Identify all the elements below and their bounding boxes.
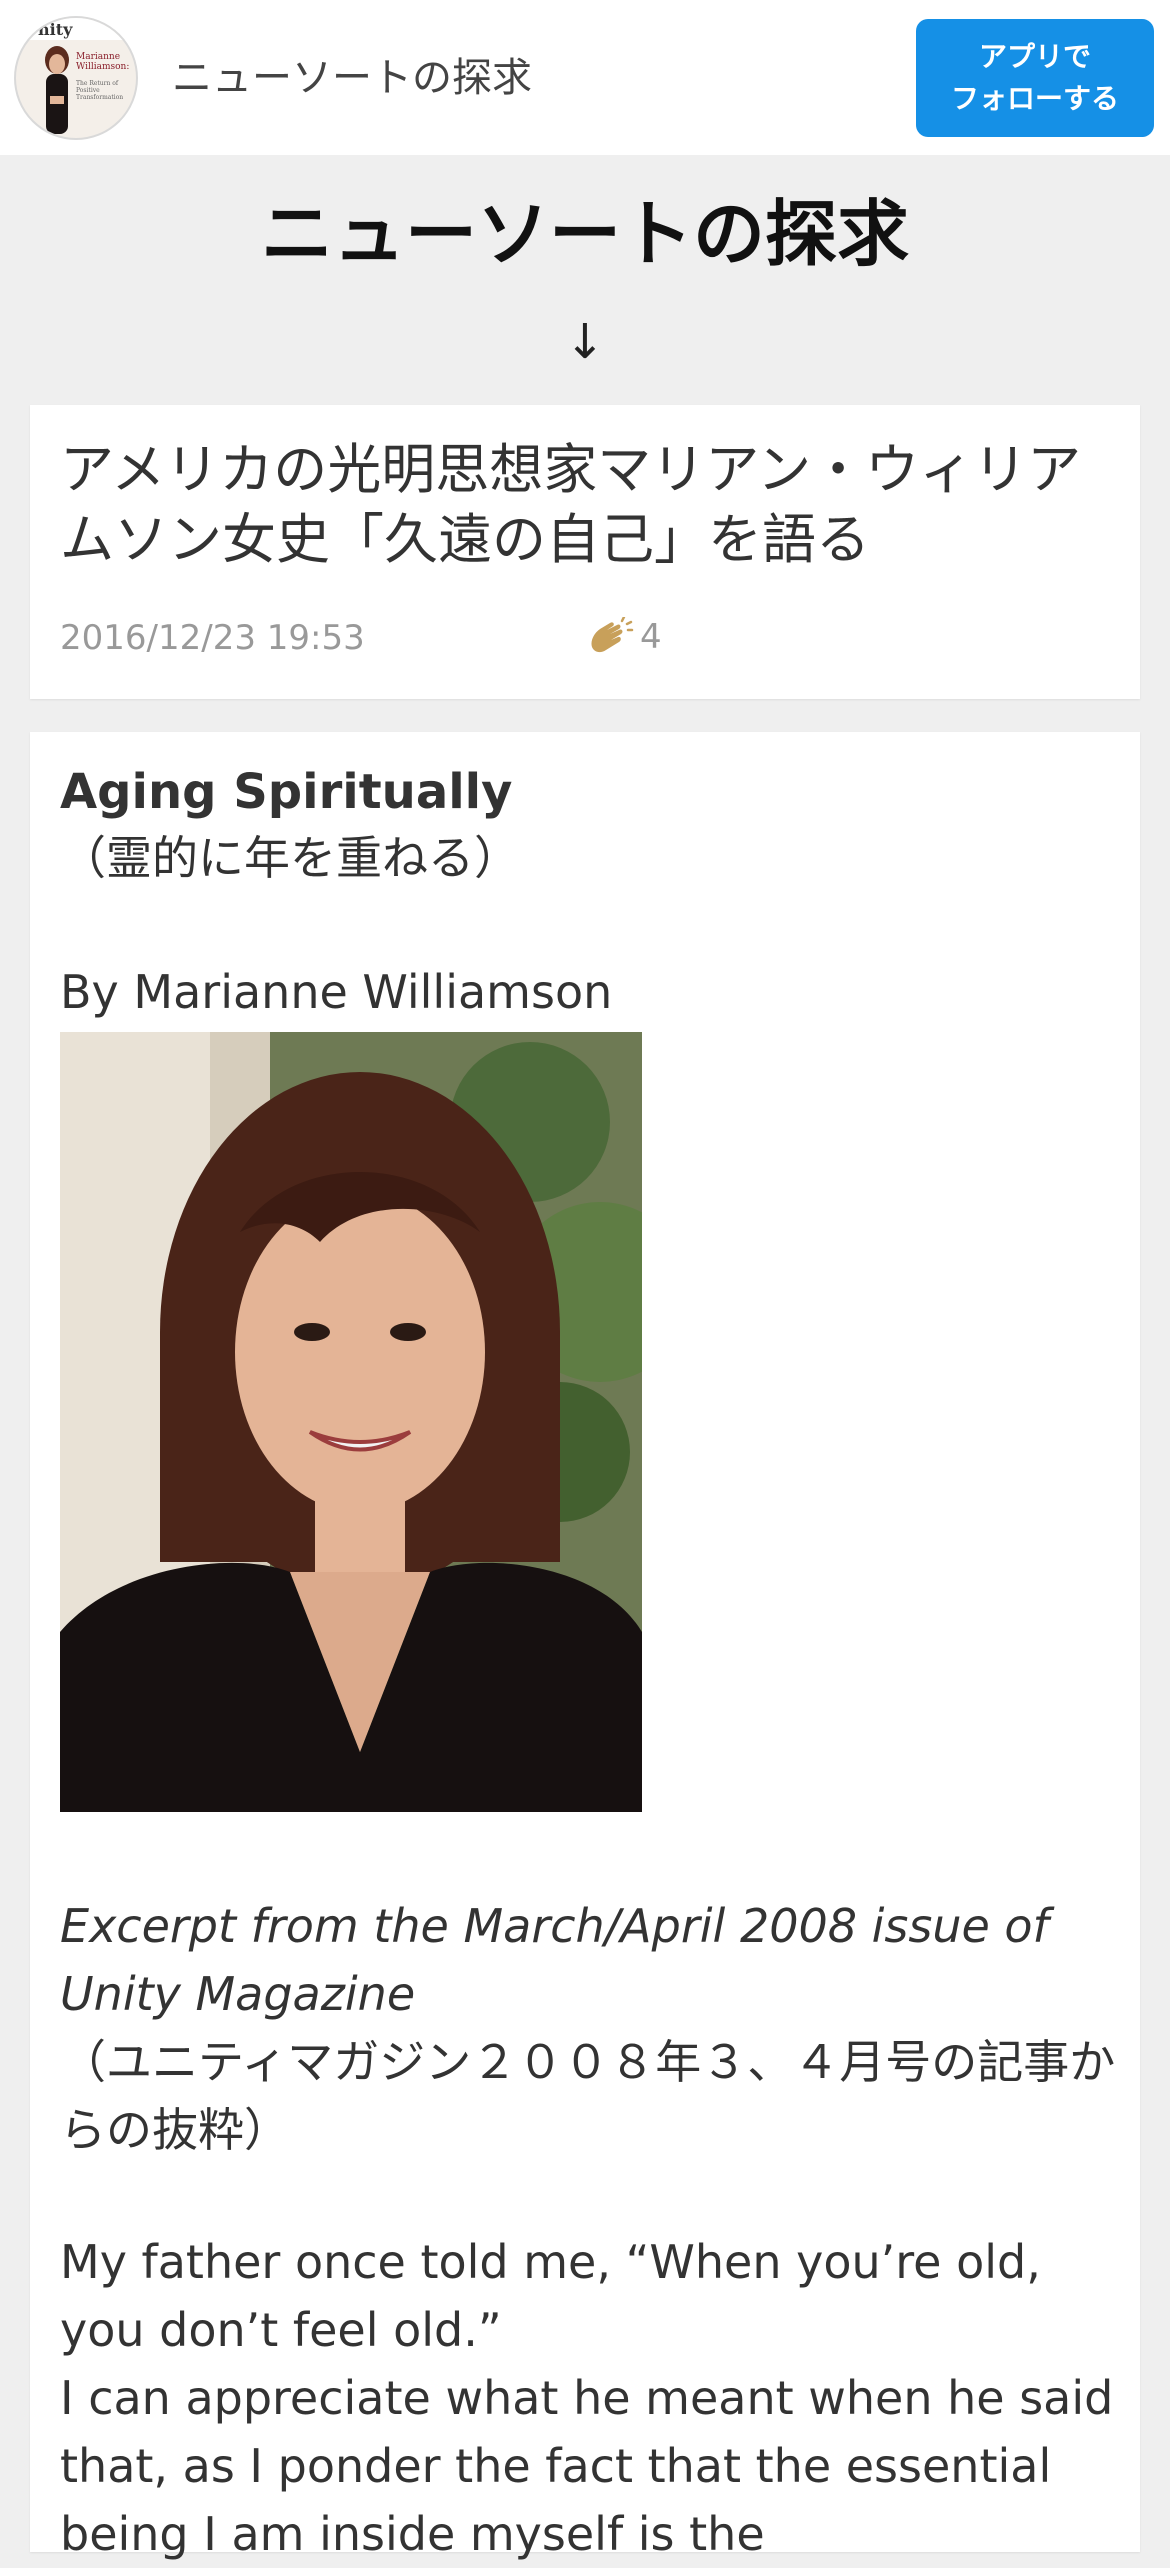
excerpt-source: Excerpt from the March/April 2008 issue … [60, 1899, 1049, 2021]
blog-avatar[interactable]: nity Marianne Williamson: The Return of … [14, 16, 138, 140]
avatar-mag-logo: nity [38, 20, 73, 39]
article-date: 2016/12/23 19:53 [60, 618, 365, 658]
top-bar: nity Marianne Williamson: The Return of … [0, 0, 1170, 155]
avatar-mag-subtitle: The Return of Positive Transformation [76, 80, 124, 101]
body-heading: Aging Spiritually [60, 764, 513, 820]
author-photo[interactable] [60, 1032, 642, 1812]
paragraph-line-1: My father once told me, “When you’re old… [60, 2235, 1041, 2357]
avatar-mag-header [16, 18, 136, 40]
like-count: 4 [640, 617, 662, 657]
clap-icon [591, 617, 634, 653]
article-title-card: アメリカの光明思想家マリアン・ウィリアムソン女史「久遠の自己」を語る 2016/… [30, 405, 1140, 699]
avatar-mag-title: Marianne Williamson: [76, 52, 130, 72]
body-heading-japanese: （霊的に年を重ねる） [60, 831, 520, 885]
article-paragraph: My father once told me, “When you’re old… [60, 2228, 1120, 2568]
article-title: アメリカの光明思想家マリアン・ウィリアムソン女史「久遠の自己」を語る [60, 438, 1082, 571]
excerpt-source-japanese: （ユニティマガジン２００８年３、４月号の記事からの抜粋） [60, 2035, 1116, 2157]
avatar-person-image [45, 46, 69, 134]
header-arrow: ↓ [564, 314, 606, 370]
like-counter[interactable]: 4 [586, 615, 662, 659]
byline: By Marianne Williamson [60, 965, 613, 1019]
follow-in-app-button[interactable]: アプリで フォローする [916, 19, 1154, 137]
blog-header-title[interactable]: ニューソートの探求 [0, 186, 1170, 282]
paragraph-line-2: I can appreciate what he meant when he s… [60, 2371, 1114, 2561]
blog-name[interactable]: ニューソートの探求 [172, 54, 532, 102]
article-body-card: Aging Spiritually （霊的に年を重ねる） By Marianne… [30, 732, 1140, 2561]
